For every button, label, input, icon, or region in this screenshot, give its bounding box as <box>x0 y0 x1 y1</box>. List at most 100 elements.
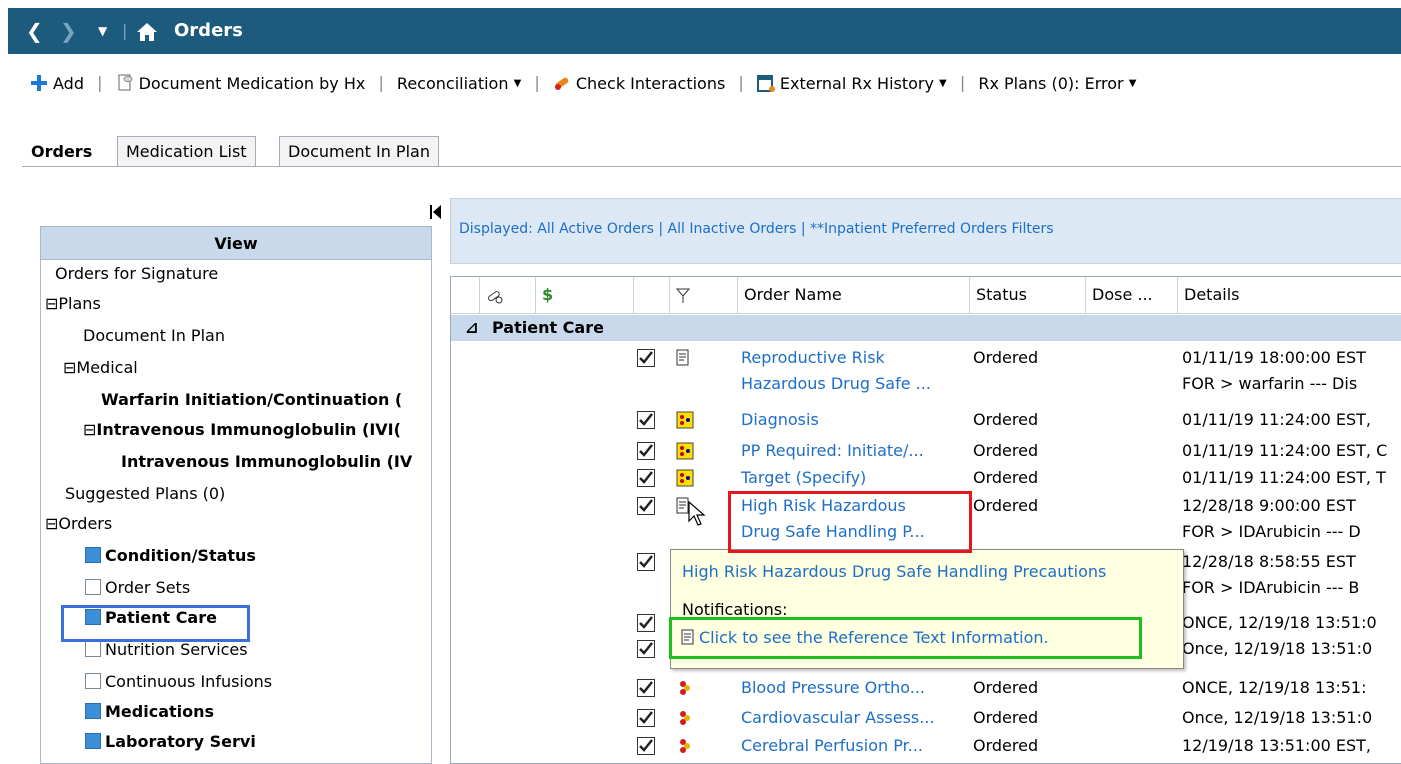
header-checkmark[interactable] <box>633 277 670 313</box>
chevron-down-icon[interactable]: ▼ <box>98 8 107 54</box>
row-checkmark-icon[interactable] <box>637 614 655 632</box>
highlight-box-order-name <box>728 491 972 553</box>
row-checkmark-icon[interactable] <box>637 411 655 429</box>
care-set-icon <box>676 709 694 727</box>
header-flag[interactable] <box>669 277 736 313</box>
divider: | <box>122 21 128 40</box>
tree-item-continuous-infusions[interactable]: Continuous Infusions <box>85 667 272 697</box>
document-medication-button[interactable]: Document Medication by Hx <box>116 73 365 93</box>
tree-item-condition-status[interactable]: Condition/Status <box>85 541 256 571</box>
order-name-link[interactable]: Cardiovascular Assess... <box>741 707 935 729</box>
checkbox[interactable] <box>85 546 101 563</box>
dropdown-arrow-icon: ▼ <box>1128 77 1137 89</box>
order-name-link[interactable]: PP Required: Initiate/... <box>741 440 924 462</box>
header-details[interactable]: Details <box>1177 277 1401 313</box>
checkbox[interactable] <box>85 640 101 657</box>
checkbox[interactable] <box>85 732 101 749</box>
document-pill-icon <box>118 74 133 91</box>
order-name-link[interactable]: Target (Specify) <box>741 467 866 489</box>
row-checkmark-icon[interactable] <box>637 679 655 697</box>
rx-plans-button[interactable]: Rx Plans (0): Error ▼ <box>978 73 1136 93</box>
mouse-cursor-icon <box>688 500 706 531</box>
tree-item-ivig-plan[interactable]: ⊟Intravenous Immunoglobulin (IVI( <box>83 415 401 445</box>
collapse-icon[interactable]: ⊟ <box>83 420 96 439</box>
order-status: Ordered <box>973 348 1039 367</box>
add-button[interactable]: Add <box>30 73 84 93</box>
order-details: 12/28/18 9:00:00 EST <box>1182 496 1356 515</box>
order-details: 12/19/18 13:51:00 EST, <box>1182 736 1372 755</box>
view-panel: View Orders for Signature ⊟Plans Documen… <box>40 226 432 764</box>
tree-item-warfarin-plan[interactable]: Warfarin Initiation/Continuation ( <box>101 385 402 415</box>
external-rx-history-button[interactable]: External Rx History ▼ <box>756 73 947 93</box>
order-details-line2: FOR > IDArubicin --- B <box>1182 578 1360 597</box>
collapse-panel-icon[interactable] <box>430 203 442 225</box>
order-name-link[interactable]: Blood Pressure Ortho... <box>741 677 925 699</box>
tree-item-orders-for-signature[interactable]: Orders for Signature <box>55 259 218 289</box>
row-checkmark-icon[interactable] <box>637 349 655 367</box>
order-name-link[interactable]: Diagnosis <box>741 409 819 431</box>
row-checkmark-icon[interactable] <box>637 469 655 487</box>
view-header: View <box>41 227 431 260</box>
back-icon[interactable]: ❮ <box>26 8 43 54</box>
home-icon[interactable] <box>136 8 158 54</box>
title-bar: ❮ ❯ ▼ | Orders <box>8 8 1401 54</box>
tree-item-order-sets[interactable]: Order Sets <box>85 573 190 603</box>
tree-item-medications[interactable]: Medications <box>85 697 214 727</box>
tree-item-suggested-plans[interactable]: Suggested Plans (0) <box>65 479 225 509</box>
order-details-line2: FOR > IDArubicin --- D <box>1182 522 1361 541</box>
forward-icon[interactable]: ❯ <box>60 8 77 54</box>
collapse-icon[interactable]: ⊟ <box>45 514 58 533</box>
row-checkmark-icon[interactable] <box>637 709 655 727</box>
order-name-link[interactable]: Reproductive Risk <box>741 347 885 369</box>
row-checkmark-icon[interactable] <box>637 640 655 658</box>
order-details: 01/11/19 11:24:00 EST, T <box>1182 468 1386 487</box>
header-cost[interactable]: $ <box>535 277 632 313</box>
tree-item-ivig-subplan[interactable]: Intravenous Immunoglobulin (IV <box>121 447 412 477</box>
order-status: Ordered <box>973 496 1039 515</box>
collapse-icon[interactable]: ⊟ <box>45 294 58 313</box>
checkbox[interactable] <box>85 578 101 595</box>
group-row-patient-care[interactable]: ⊿ Patient Care <box>451 315 1401 341</box>
dropdown-arrow-icon: ▼ <box>939 77 947 89</box>
row-checkmark-icon[interactable] <box>637 497 655 515</box>
care-set-icon <box>676 679 694 697</box>
collapse-triangle-icon[interactable]: ⊿ <box>465 318 478 337</box>
tree-item-laboratory-services[interactable]: Laboratory Servi <box>85 727 256 757</box>
plus-icon <box>31 75 47 91</box>
tab-orders[interactable]: Orders <box>22 136 102 167</box>
check-interactions-button[interactable]: Check Interactions <box>553 73 725 93</box>
order-name-link[interactable]: Cerebral Perfusion Pr... <box>741 735 923 757</box>
tab-medication-list[interactable]: Medication List <box>117 136 256 167</box>
filter-links[interactable]: Displayed: All Active Orders | All Inact… <box>459 221 1054 237</box>
tree-item-plans[interactable]: ⊟Plans <box>45 289 101 319</box>
order-status: Ordered <box>973 468 1039 487</box>
row-checkmark-icon[interactable] <box>637 553 655 571</box>
order-name-link-line2[interactable]: Hazardous Drug Safe ... <box>741 373 931 395</box>
checkbox[interactable] <box>85 702 101 719</box>
toolbar: Add | Document Medication by Hx | Reconc… <box>30 72 1136 102</box>
diagnosis-icon <box>676 442 694 460</box>
order-details: Once, 12/19/18 13:51:0 <box>1182 708 1373 727</box>
calendar-icon <box>756 75 775 92</box>
tab-document-in-plan[interactable]: Document In Plan <box>279 136 439 167</box>
order-status: Ordered <box>973 708 1039 727</box>
diagnosis-icon <box>676 411 694 429</box>
row-checkmark-icon[interactable] <box>637 737 655 755</box>
reconciliation-button[interactable]: Reconciliation ▼ <box>397 73 521 93</box>
order-details: 01/11/19 11:24:00 EST, <box>1182 410 1372 429</box>
tree-item-document-in-plan[interactable]: Document In Plan <box>83 321 225 351</box>
tree-item-medical[interactable]: ⊟Medical <box>63 353 138 383</box>
header-interaction-icon[interactable] <box>479 277 510 313</box>
tree-item-orders[interactable]: ⊟Orders <box>45 509 112 539</box>
order-details: 12/28/18 8:58:55 EST <box>1182 552 1356 571</box>
checkbox[interactable] <box>85 672 101 689</box>
document-icon <box>676 349 694 367</box>
header-dose[interactable]: Dose ... <box>1085 277 1180 313</box>
interaction-icon <box>488 290 503 303</box>
row-checkmark-icon[interactable] <box>637 442 655 460</box>
order-status: Ordered <box>973 441 1039 460</box>
collapse-icon[interactable]: ⊟ <box>63 358 76 377</box>
header-order-name[interactable]: Order Name <box>737 277 970 313</box>
order-details: ONCE, 12/19/18 13:51:0 <box>1182 613 1377 632</box>
header-status[interactable]: Status <box>969 277 1086 313</box>
